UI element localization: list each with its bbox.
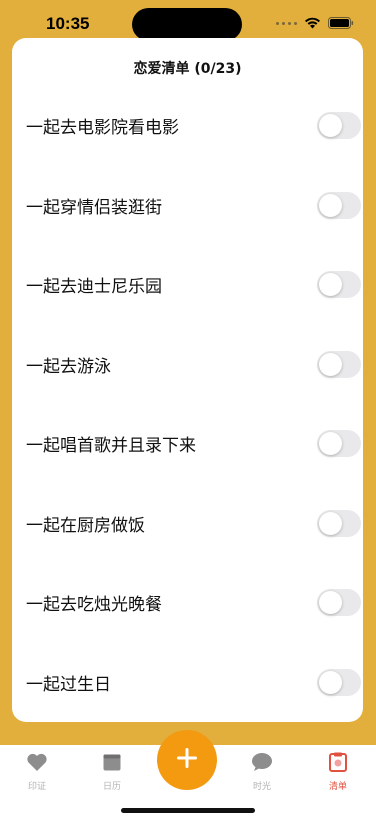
bubble-icon bbox=[251, 752, 273, 776]
item-toggle[interactable] bbox=[317, 271, 361, 299]
list-item: 一起去迪士尼乐园 bbox=[12, 245, 363, 325]
toggle-knob bbox=[319, 114, 342, 138]
dynamic-island bbox=[132, 8, 242, 41]
plus-icon bbox=[176, 747, 198, 773]
list-item: 一起去电影院看电影 bbox=[12, 86, 363, 166]
tab-label: 清单 bbox=[328, 782, 347, 792]
item-label: 一起去迪士尼乐园 bbox=[26, 277, 162, 298]
toggle-knob bbox=[319, 591, 342, 615]
checklist-card: 恋爱清单 (0/23) 一起去电影院看电影 一起穿情侣装逛街 一起去迪士尼乐园 … bbox=[12, 38, 363, 722]
list-item: 一起在厨房做饭 bbox=[12, 484, 363, 564]
heart-icon bbox=[26, 752, 48, 776]
checklist: 一起去电影院看电影 一起穿情侣装逛街 一起去迪士尼乐园 一起去游泳 一起唱首歌并… bbox=[12, 86, 363, 722]
item-toggle[interactable] bbox=[317, 350, 361, 378]
wifi-icon bbox=[304, 17, 321, 29]
item-toggle[interactable] bbox=[317, 430, 361, 458]
item-label: 一起过生日 bbox=[26, 674, 111, 695]
item-toggle[interactable] bbox=[317, 668, 361, 696]
item-toggle[interactable] bbox=[317, 509, 361, 537]
battery-icon bbox=[328, 17, 354, 29]
tab-rili[interactable]: 日历 bbox=[82, 752, 142, 792]
home-indicator bbox=[121, 808, 255, 813]
list-item: 一起唱首歌并且录下来 bbox=[12, 404, 363, 484]
page-title: 恋爱清单 (0/23) bbox=[133, 61, 242, 77]
calendar-icon bbox=[102, 752, 122, 776]
list-item: 一起去游泳 bbox=[12, 325, 363, 405]
item-toggle[interactable] bbox=[317, 589, 361, 617]
toggle-knob bbox=[319, 273, 342, 297]
item-label: 一起去吃烛光晚餐 bbox=[26, 595, 162, 616]
item-toggle[interactable] bbox=[317, 191, 361, 219]
add-button[interactable] bbox=[157, 730, 217, 790]
list-item: 一起穿情侣装逛街 bbox=[12, 166, 363, 246]
toggle-knob bbox=[319, 670, 342, 694]
tab-shiguang[interactable]: 时光 bbox=[232, 752, 292, 792]
status-icons bbox=[276, 17, 354, 29]
list-item: 一起去吃烛光晚餐 bbox=[12, 563, 363, 643]
item-label: 一起唱首歌并且录下来 bbox=[26, 436, 196, 457]
item-label: 一起去电影院看电影 bbox=[26, 118, 179, 139]
status-time: 10:35 bbox=[46, 14, 90, 33]
checklist-icon bbox=[328, 752, 348, 776]
tab-label: 印证 bbox=[27, 782, 46, 792]
tab-qingdan[interactable]: 清单 bbox=[308, 752, 368, 792]
item-label: 一起在厨房做饭 bbox=[26, 515, 145, 536]
toggle-knob bbox=[319, 193, 342, 217]
toggle-knob bbox=[319, 432, 342, 456]
tab-label: 日历 bbox=[102, 782, 121, 792]
item-toggle[interactable] bbox=[317, 112, 361, 140]
tab-yinzheng[interactable]: 印证 bbox=[7, 752, 67, 792]
tab-label: 时光 bbox=[252, 782, 271, 792]
toggle-knob bbox=[319, 352, 342, 376]
item-label: 一起穿情侣装逛街 bbox=[26, 197, 162, 218]
item-label: 一起去游泳 bbox=[26, 356, 111, 377]
toggle-knob bbox=[319, 511, 342, 535]
signal-icon bbox=[276, 21, 297, 25]
list-item: 一起过生日 bbox=[12, 643, 363, 723]
